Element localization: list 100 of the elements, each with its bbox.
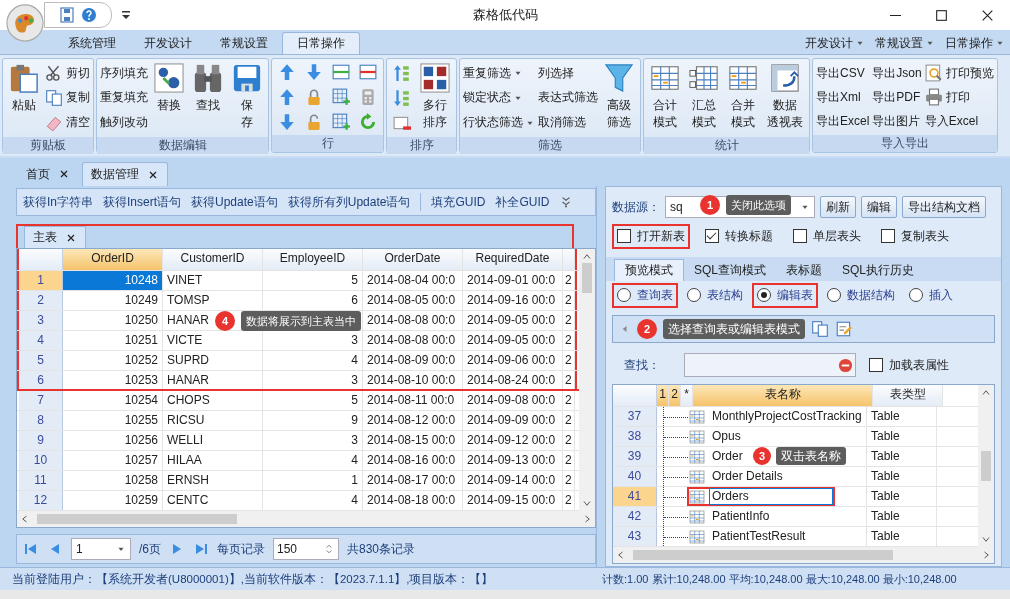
ribbon-button[interactable]: 替换 bbox=[151, 61, 187, 135]
row-number[interactable]: 41 bbox=[613, 487, 657, 506]
column-header[interactable]: EmployeeID bbox=[263, 249, 363, 270]
horizontal-scrollbar[interactable] bbox=[17, 511, 595, 527]
grid-add-icon[interactable] bbox=[332, 112, 350, 131]
checkbox[interactable]: 转换标题 bbox=[700, 223, 778, 249]
calculator-icon[interactable] bbox=[359, 88, 377, 106]
ribbon-tab[interactable]: 常规设置 bbox=[206, 32, 282, 54]
ribbon-button[interactable]: 多行 排序 bbox=[417, 61, 453, 135]
ribbon-button[interactable]: 取消筛选 bbox=[538, 111, 598, 134]
ribbon-tab[interactable]: 系统管理 bbox=[54, 32, 130, 54]
unlock-icon[interactable] bbox=[305, 112, 323, 131]
ribbon-button[interactable]: 高级 筛选 bbox=[601, 61, 637, 135]
dropdown-button[interactable]: 重复筛选 bbox=[463, 62, 535, 85]
arrow-up-icon[interactable] bbox=[278, 88, 296, 106]
row-insert-icon[interactable] bbox=[332, 63, 350, 82]
toolbar-button[interactable]: 获得In字符串 bbox=[23, 193, 93, 211]
scroll-thumb[interactable] bbox=[37, 514, 237, 524]
row-number[interactable]: 12 bbox=[19, 491, 63, 510]
ribbon-tab[interactable]: 日常操作 bbox=[282, 32, 360, 54]
help-icon[interactable] bbox=[81, 7, 97, 23]
row-number[interactable]: 6 bbox=[19, 371, 63, 389]
ribbon-button[interactable]: 重复填充 bbox=[100, 87, 148, 109]
radio-button[interactable]: 插入 bbox=[904, 282, 958, 308]
toolbar-button[interactable]: 获得Update语句 bbox=[191, 193, 278, 211]
row-number[interactable]: 37 bbox=[613, 407, 657, 426]
save-icon[interactable] bbox=[59, 7, 75, 23]
scroll-thumb[interactable] bbox=[981, 451, 991, 481]
scroll-thumb[interactable] bbox=[633, 550, 893, 560]
mode-tab[interactable]: 表标题 bbox=[776, 259, 832, 281]
ribbon-button[interactable]: 序列填充 bbox=[100, 62, 148, 85]
row-delete-icon[interactable] bbox=[359, 63, 377, 82]
ribbon-button[interactable]: 合并 模式 bbox=[725, 61, 761, 135]
row-number[interactable]: 4 bbox=[19, 331, 63, 350]
checkbox[interactable]: 单层表头 bbox=[788, 223, 866, 249]
last-page-icon[interactable] bbox=[193, 541, 209, 557]
mode-tab[interactable]: SQL查询模式 bbox=[684, 259, 776, 281]
column-header[interactable]: RequiredDate bbox=[463, 249, 563, 270]
ribbon-button[interactable]: 复制 bbox=[45, 87, 90, 109]
document-tab[interactable]: 数据管理 bbox=[82, 162, 168, 186]
ribbon-button[interactable]: 导出PDF bbox=[872, 86, 922, 108]
refresh-icon[interactable] bbox=[359, 112, 377, 131]
ribbon-button[interactable]: 剪切 bbox=[45, 62, 90, 85]
copy-icon[interactable] bbox=[811, 320, 829, 338]
radio-button[interactable]: 表结构 bbox=[682, 282, 748, 308]
ribbon-button[interactable]: 数据 透视表 bbox=[764, 61, 806, 135]
per-page-field[interactable]: 150 bbox=[273, 538, 339, 560]
column-header[interactable]: 1 bbox=[657, 385, 669, 406]
row-number[interactable]: 38 bbox=[613, 427, 657, 446]
row-number[interactable]: 3 bbox=[19, 311, 63, 330]
ribbon-button[interactable]: 导出Json bbox=[872, 62, 922, 84]
toolbar-button[interactable]: 导出结构文档 bbox=[902, 196, 986, 218]
checkbox[interactable]: 复制表头 bbox=[876, 223, 954, 249]
ribbon-button[interactable]: 列选择 bbox=[538, 62, 598, 85]
ribbon-button[interactable]: 导出Xml bbox=[816, 86, 870, 108]
row-number[interactable]: 7 bbox=[19, 391, 63, 410]
arrow-up-icon[interactable] bbox=[278, 63, 296, 82]
menu-button[interactable]: 日常操作 bbox=[940, 32, 1010, 54]
first-page-icon[interactable] bbox=[23, 541, 39, 557]
row-number[interactable]: 42 bbox=[613, 507, 657, 526]
mode-tab[interactable]: SQL执行历史 bbox=[832, 259, 925, 281]
ribbon-button[interactable]: 触列改动 bbox=[100, 111, 148, 134]
header-corner[interactable] bbox=[613, 385, 657, 406]
radio-button[interactable]: 数据结构 bbox=[822, 282, 900, 308]
row-number[interactable]: 2 bbox=[19, 291, 63, 310]
grid-add-icon[interactable] bbox=[332, 88, 350, 106]
row-number[interactable]: 40 bbox=[613, 467, 657, 486]
radio-button[interactable]: 查询表 bbox=[612, 282, 678, 308]
toolbar-button[interactable]: 编辑 bbox=[861, 196, 897, 218]
horizontal-scrollbar[interactable] bbox=[613, 547, 994, 563]
column-header[interactable]: 表类型 bbox=[873, 385, 943, 406]
search-field[interactable] bbox=[684, 353, 856, 377]
column-header[interactable]: 2 bbox=[669, 385, 681, 406]
ribbon-button[interactable]: 汇总 模式 bbox=[686, 61, 722, 135]
sort-descending-icon[interactable] bbox=[393, 89, 411, 107]
mode-tab[interactable]: 预览模式 bbox=[614, 259, 684, 281]
ribbon-button[interactable]: 粘贴 bbox=[6, 61, 42, 135]
column-header[interactable]: * bbox=[681, 385, 693, 406]
vertical-scrollbar[interactable] bbox=[579, 249, 595, 511]
vertical-scrollbar[interactable] bbox=[978, 385, 994, 547]
toolbar-button[interactable]: 获得Insert语句 bbox=[103, 193, 182, 211]
column-header[interactable]: CustomerID bbox=[163, 249, 263, 270]
checkbox[interactable]: 加载表属性 bbox=[864, 352, 954, 378]
column-header[interactable]: OrderDate bbox=[363, 249, 463, 270]
toolbar-button[interactable]: 刷新 bbox=[820, 196, 856, 218]
dropdown-button[interactable]: 锁定状态 bbox=[463, 87, 535, 109]
ribbon-button[interactable]: 打印 bbox=[924, 86, 994, 108]
toolbar-button[interactable]: 填充GUID bbox=[431, 193, 486, 211]
row-number[interactable]: 8 bbox=[19, 411, 63, 430]
checkbox[interactable]: 打开新表 bbox=[612, 223, 690, 249]
row-number[interactable]: 11 bbox=[19, 471, 63, 490]
toolbar-button[interactable]: 获得所有列Update语句 bbox=[287, 193, 411, 211]
ribbon-button[interactable]: 导出Excel bbox=[816, 110, 870, 132]
ribbon-button[interactable]: 导出图片 bbox=[872, 110, 922, 132]
ribbon-button[interactable]: 保 存 bbox=[229, 61, 265, 135]
radio-button[interactable]: 编辑表 bbox=[752, 282, 818, 308]
menu-button[interactable]: 开发设计 bbox=[800, 32, 870, 54]
ribbon-button[interactable]: 打印预览 bbox=[924, 62, 994, 84]
scroll-thumb[interactable] bbox=[582, 263, 592, 293]
sort-ascending-icon[interactable] bbox=[393, 63, 411, 82]
